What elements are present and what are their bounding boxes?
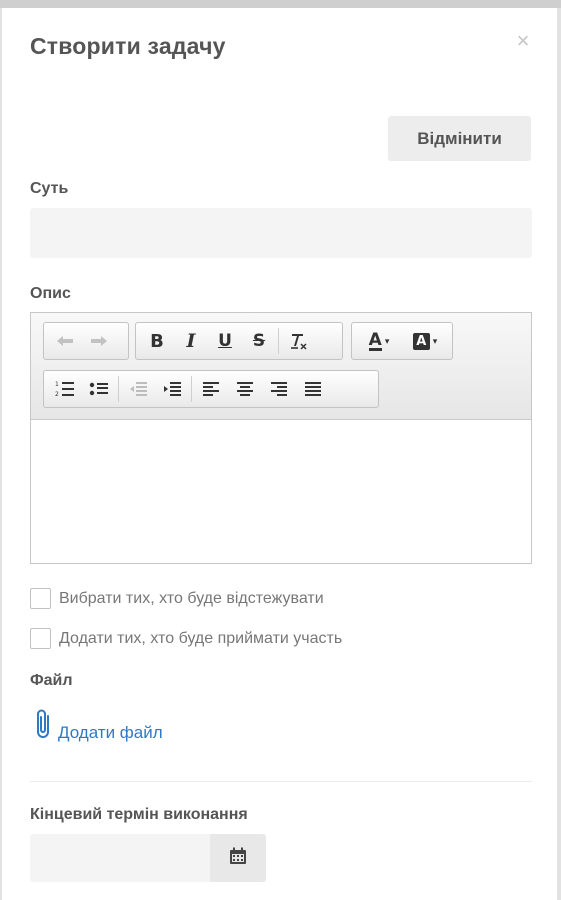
window-top-strip [0, 0, 561, 8]
rich-text-editor: B I U S A ▾ A ▾ 1 2 [30, 312, 532, 564]
participants-label: Додати тих, хто буде приймати участь [59, 629, 343, 647]
text-color-icon[interactable]: A ▾ [356, 326, 402, 356]
file-label: Файл [30, 672, 73, 689]
strike-glyph: S [252, 331, 266, 351]
chevron-down-icon: ▾ [384, 335, 390, 346]
frame-left-border [0, 8, 2, 900]
indent-icon[interactable] [155, 374, 189, 404]
toolbar-separator [118, 376, 119, 402]
participants-checkbox-row[interactable]: Додати тих, хто буде приймати участь [30, 628, 342, 649]
frame-right-border [557, 8, 561, 900]
add-file-link[interactable]: Додати файл [34, 708, 163, 745]
bulleted-list-icon[interactable] [82, 374, 116, 404]
strikethrough-icon[interactable]: S [242, 326, 276, 356]
section-divider [30, 781, 532, 782]
color-group: A ▾ A ▾ [351, 322, 453, 360]
dialog-title: Створити задачу [30, 33, 226, 59]
watchers-checkbox[interactable] [30, 588, 51, 609]
calendar-button[interactable] [210, 834, 266, 882]
align-left-icon[interactable] [194, 374, 228, 404]
participants-checkbox[interactable] [30, 628, 51, 649]
svg-text:1: 1 [55, 381, 59, 388]
description-label: Опис [30, 285, 71, 302]
bold-glyph: B [150, 330, 164, 352]
summary-label: Суть [30, 180, 69, 197]
underline-icon[interactable]: U [208, 326, 242, 356]
bg-color-glyph: A [412, 332, 430, 350]
watchers-checkbox-row[interactable]: Вибрати тих, хто буде відстежувати [30, 588, 324, 609]
deadline-input[interactable] [30, 834, 210, 882]
paragraph-group: 1 2 [43, 370, 379, 408]
align-right-icon[interactable] [262, 374, 296, 404]
summary-input[interactable] [30, 208, 532, 258]
chevron-down-icon: ▾ [432, 335, 438, 346]
format-group: B I U S [135, 322, 343, 360]
redo-icon[interactable] [82, 326, 116, 356]
justify-icon[interactable] [296, 374, 330, 404]
undo-icon[interactable] [48, 326, 82, 356]
watchers-label: Вибрати тих, хто буде відстежувати [59, 589, 324, 607]
text-color-glyph: A [368, 329, 382, 351]
clear-formatting-icon[interactable] [281, 326, 315, 356]
svg-text:2: 2 [55, 391, 59, 398]
cancel-button[interactable]: Відмінити [388, 116, 531, 161]
background-color-icon[interactable]: A ▾ [402, 326, 448, 356]
calendar-icon [228, 846, 248, 871]
editor-toolbar: B I U S A ▾ A ▾ 1 2 [31, 313, 531, 420]
bold-icon[interactable]: B [140, 326, 174, 356]
toolbar-separator [191, 376, 192, 402]
align-center-icon[interactable] [228, 374, 262, 404]
italic-icon[interactable]: I [174, 326, 208, 356]
numbered-list-icon[interactable]: 1 2 [48, 374, 82, 404]
deadline-label: Кінцевий термін виконання [30, 806, 248, 823]
add-file-label: Додати файл [58, 723, 163, 742]
italic-glyph: I [186, 330, 196, 352]
outdent-icon[interactable] [121, 374, 155, 404]
paperclip-icon [34, 708, 54, 745]
history-group [43, 322, 129, 360]
description-editor-area[interactable] [31, 420, 531, 563]
close-icon[interactable]: × [512, 30, 534, 52]
toolbar-separator [278, 328, 279, 354]
underline-glyph: U [218, 331, 232, 351]
